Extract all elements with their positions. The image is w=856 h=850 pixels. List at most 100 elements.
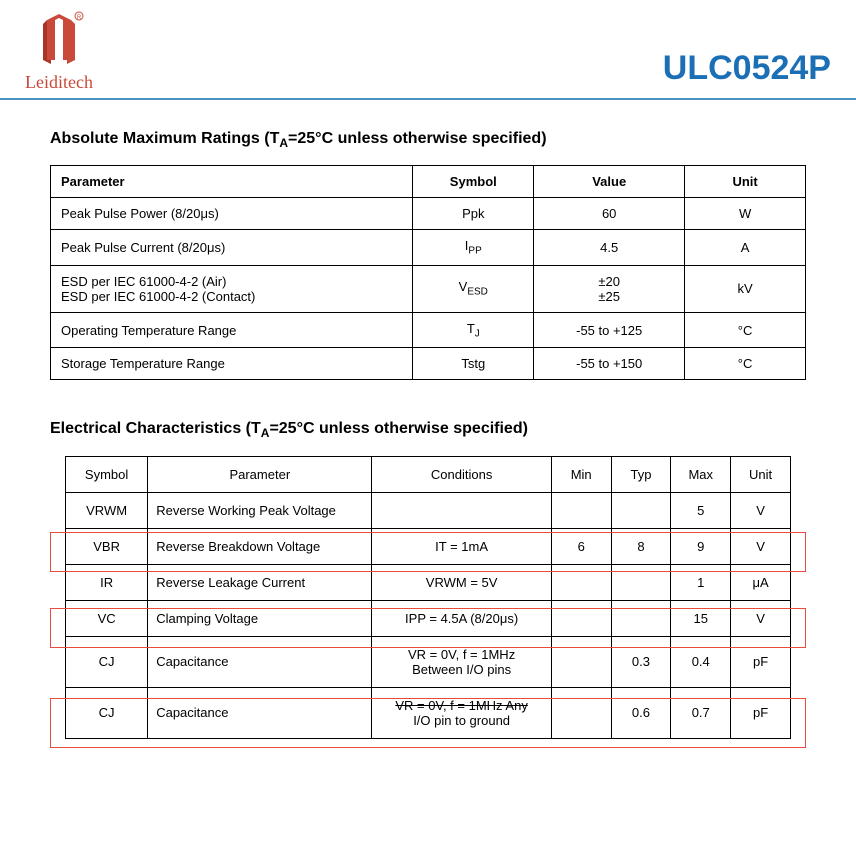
cell: -55 to +150 xyxy=(534,348,685,380)
col-symbol: Symbol xyxy=(413,166,534,198)
col-value: Value xyxy=(534,166,685,198)
cell: 0.7 xyxy=(671,687,731,738)
cell: ESD per IEC 61000-4-2 (Air) ESD per IEC … xyxy=(51,265,413,312)
cell: Capacitance xyxy=(148,687,372,738)
document-header: R Leiditech ULC0524P xyxy=(0,0,856,100)
characteristics-table: Symbol Parameter Conditions Min Typ Max … xyxy=(65,456,791,739)
cell: 6 xyxy=(551,528,611,564)
table-row: Operating Temperature Range TJ -55 to +1… xyxy=(51,312,806,348)
table-row: VBR Reverse Breakdown Voltage IT = 1mA 6… xyxy=(66,528,791,564)
cell: °C xyxy=(685,348,806,380)
col-parameter: Parameter xyxy=(148,456,372,492)
cell: Peak Pulse Current (8/20μs) xyxy=(51,230,413,266)
table-row: ESD per IEC 61000-4-2 (Air) ESD per IEC … xyxy=(51,265,806,312)
cell: VR = 0V, f = 1MHz Between I/O pins xyxy=(372,636,551,687)
title-text: =25°C unless otherwise specified) xyxy=(288,130,547,147)
title-text: Electrical Characteristics (T xyxy=(50,420,261,437)
cell: IR xyxy=(66,564,148,600)
table-row: Storage Temperature Range Tstg -55 to +1… xyxy=(51,348,806,380)
cell xyxy=(372,492,551,528)
cell: 15 xyxy=(671,600,731,636)
cell: IT = 1mA xyxy=(372,528,551,564)
col-unit: Unit xyxy=(685,166,806,198)
cell: 0.6 xyxy=(611,687,671,738)
section2-title: Electrical Characteristics (TA=25°C unle… xyxy=(50,420,806,440)
cell: 0.3 xyxy=(611,636,671,687)
title-text: Absolute Maximum Ratings (T xyxy=(50,130,279,147)
col-min: Min xyxy=(551,456,611,492)
section1-title: Absolute Maximum Ratings (TA=25°C unless… xyxy=(50,130,806,150)
cell: IPP = 4.5A (8/20μs) xyxy=(372,600,551,636)
cell: VC xyxy=(66,600,148,636)
cell: Capacitance xyxy=(148,636,372,687)
cell: VRWM = 5V xyxy=(372,564,551,600)
col-unit: Unit xyxy=(731,456,791,492)
col-symbol: Symbol xyxy=(66,456,148,492)
cell xyxy=(611,600,671,636)
table-row: CJ Capacitance VR = 0V, f = 1MHz Between… xyxy=(66,636,791,687)
cell: Peak Pulse Power (8/20μs) xyxy=(51,198,413,230)
table-row: IR Reverse Leakage Current VRWM = 5V 1 μ… xyxy=(66,564,791,600)
cell: Ppk xyxy=(413,198,534,230)
cell: W xyxy=(685,198,806,230)
table-row: VRWM Reverse Working Peak Voltage 5 V xyxy=(66,492,791,528)
cell: A xyxy=(685,230,806,266)
cell: Tstg xyxy=(413,348,534,380)
cell: IPP xyxy=(413,230,534,266)
cell: 0.4 xyxy=(671,636,731,687)
cell xyxy=(551,600,611,636)
cell: VBR xyxy=(66,528,148,564)
col-max: Max xyxy=(671,456,731,492)
cell: CJ xyxy=(66,636,148,687)
cell: °C xyxy=(685,312,806,348)
cell: -55 to +125 xyxy=(534,312,685,348)
svg-text:R: R xyxy=(77,15,82,21)
cell: Reverse Working Peak Voltage xyxy=(148,492,372,528)
table-row: Peak Pulse Power (8/20μs) Ppk 60 W xyxy=(51,198,806,230)
cell xyxy=(611,564,671,600)
brand-logo: R Leiditech xyxy=(25,10,93,93)
cell: 5 xyxy=(671,492,731,528)
table-row: CJ Capacitance VR = 0V, f = 1MHz Any I/O… xyxy=(66,687,791,738)
cell: TJ xyxy=(413,312,534,348)
cell: CJ xyxy=(66,687,148,738)
document-body: Absolute Maximum Ratings (T A =25°C unless… xyxy=(0,100,856,769)
cell: V xyxy=(731,492,791,528)
cell: Reverse Leakage Current xyxy=(148,564,372,600)
cell: VRWM xyxy=(66,492,148,528)
cell: VR = 0V, f = 1MHz Any I/O pin to ground xyxy=(372,687,551,738)
table-header-row: Parameter Symbol Value Unit xyxy=(51,166,806,198)
cell: V xyxy=(731,600,791,636)
cell: V xyxy=(731,528,791,564)
cell: 4.5 xyxy=(534,230,685,266)
part-number: ULC0524P xyxy=(663,49,831,93)
cell: 8 xyxy=(611,528,671,564)
cell: kV xyxy=(685,265,806,312)
cell: Storage Temperature Range xyxy=(51,348,413,380)
cell: Operating Temperature Range xyxy=(51,312,413,348)
col-parameter: Parameter xyxy=(51,166,413,198)
cell: 9 xyxy=(671,528,731,564)
table-header-row: Symbol Parameter Conditions Min Typ Max … xyxy=(66,456,791,492)
cell: Reverse Breakdown Voltage xyxy=(148,528,372,564)
col-conditions: Conditions xyxy=(372,456,551,492)
cell: pF xyxy=(731,636,791,687)
cell: ±20 ±25 xyxy=(534,265,685,312)
characteristics-table-wrap: Symbol Parameter Conditions Min Typ Max … xyxy=(50,456,806,739)
title-text: =25°C unless otherwise specified) xyxy=(269,420,528,437)
cell: μA xyxy=(731,564,791,600)
cell xyxy=(611,492,671,528)
cell xyxy=(551,636,611,687)
cell: pF xyxy=(731,687,791,738)
col-typ: Typ xyxy=(611,456,671,492)
cell: VESD xyxy=(413,265,534,312)
table-row: VC Clamping Voltage IPP = 4.5A (8/20μs) … xyxy=(66,600,791,636)
cell xyxy=(551,564,611,600)
cell: 60 xyxy=(534,198,685,230)
cell: Clamping Voltage xyxy=(148,600,372,636)
ratings-table: Parameter Symbol Value Unit Peak Pulse P… xyxy=(50,165,806,380)
cell xyxy=(551,492,611,528)
cell: 1 xyxy=(671,564,731,600)
brand-name: Leiditech xyxy=(25,72,93,93)
logo-icon: R xyxy=(29,10,89,70)
